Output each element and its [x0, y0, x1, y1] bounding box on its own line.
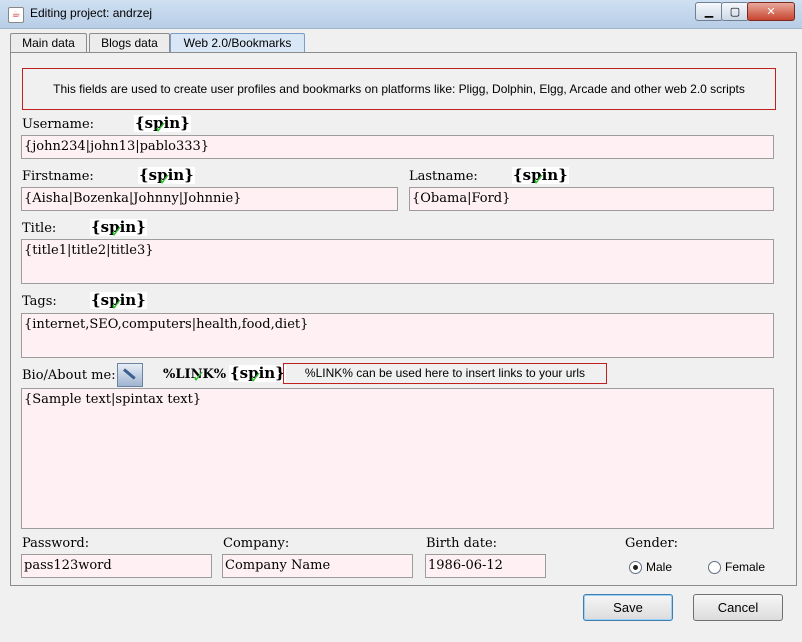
tags-field[interactable]: {internet,SEO,computers|health,food,diet… — [21, 313, 774, 358]
gender-male-radio[interactable] — [629, 561, 642, 574]
maximize-button[interactable]: ▢ — [721, 2, 749, 21]
check-icon: ✓ — [154, 118, 168, 137]
check-icon: ✓ — [110, 222, 124, 241]
bio-label: Bio/About me: — [22, 368, 116, 383]
check-icon: ✓ — [192, 367, 206, 386]
check-icon: ✓ — [110, 295, 124, 314]
gender-female-radio[interactable] — [708, 561, 721, 574]
window-title: Editing project: andrzej — [30, 6, 153, 20]
edit-icon[interactable] — [117, 363, 143, 387]
password-label: Password: — [22, 536, 90, 551]
check-icon: ✓ — [158, 170, 172, 189]
lastname-field[interactable]: {Obama|Ford} — [409, 187, 774, 211]
bio-field[interactable]: {Sample text|spintax text} — [21, 388, 774, 529]
tab-main-data[interactable]: Main data — [10, 33, 87, 52]
close-button[interactable]: ✕ — [747, 2, 795, 21]
gender-label: Gender: — [625, 536, 679, 551]
birth-date-label: Birth date: — [426, 536, 498, 551]
password-field[interactable]: pass123word — [21, 554, 212, 578]
lastname-label: Lastname: — [409, 169, 478, 184]
link-note: %LINK% can be used here to insert links … — [283, 363, 607, 384]
firstname-label: Firstname: — [22, 169, 94, 184]
title-field[interactable]: {title1|title2|title3} — [21, 239, 774, 284]
tab-web20-bookmarks[interactable]: Web 2.0/Bookmarks — [170, 33, 305, 52]
username-field[interactable]: {john234|john13|pablo333} — [21, 135, 774, 159]
minimize-button[interactable]: ▁ — [695, 2, 723, 21]
username-label: Username: — [22, 117, 95, 132]
save-button[interactable]: Save — [583, 594, 673, 621]
firstname-field[interactable]: {Aisha|Bozenka|Johnny|Johnnie} — [21, 187, 398, 211]
tags-label: Tags: — [22, 294, 57, 309]
gender-male-label[interactable]: Male — [646, 560, 672, 574]
cancel-button[interactable]: Cancel — [693, 594, 783, 621]
title-label: Title: — [22, 221, 57, 236]
java-cup-icon: ☕ — [8, 7, 24, 23]
birth-date-field[interactable]: 1986-06-12 — [425, 554, 546, 578]
gender-female-label[interactable]: Female — [725, 560, 765, 574]
tab-blogs-data[interactable]: Blogs data — [89, 33, 170, 52]
title-bar: ☕ Editing project: andrzej ▁ ▢ ✕ — [0, 0, 802, 29]
info-box: This fields are used to create user prof… — [22, 68, 776, 110]
company-label: Company: — [223, 536, 290, 551]
company-field[interactable]: Company Name — [222, 554, 413, 578]
check-icon: ✓ — [532, 170, 546, 189]
check-icon: ✓ — [249, 368, 263, 387]
